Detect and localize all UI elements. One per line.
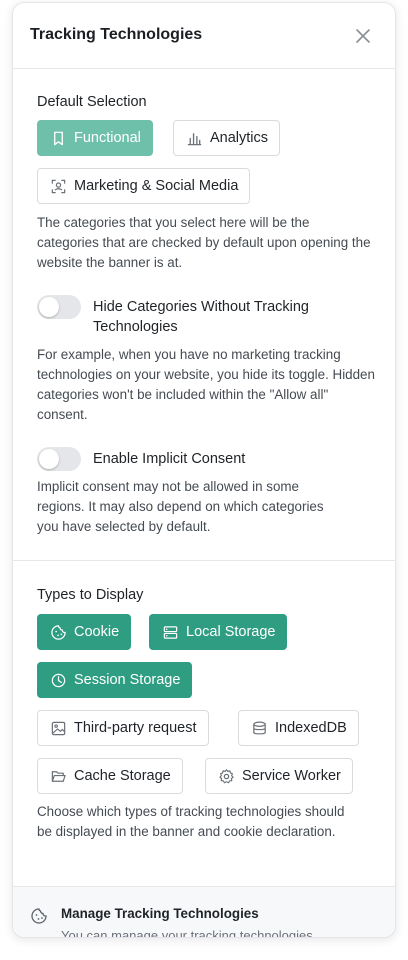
chip-label: Local Storage <box>186 624 276 640</box>
close-icon[interactable] <box>353 26 373 46</box>
implicit-consent-description: Implicit consent may not be allowed in s… <box>37 479 324 534</box>
chip-label: Marketing & Social Media <box>74 178 239 194</box>
hide-categories-label: Hide Categories Without Tracking Technol… <box>93 299 309 335</box>
scan-user-icon <box>51 179 66 193</box>
implicit-consent-label: Enable Implicit Consent <box>93 451 246 467</box>
default-selection-description: The categories that you select here will… <box>37 215 371 270</box>
chip-third-party-request[interactable]: Third-party request <box>37 710 209 746</box>
section-divider <box>13 560 395 561</box>
chip-label: Analytics <box>210 130 269 146</box>
chip-label: Functional <box>74 130 141 146</box>
chip-marketing-social-media[interactable]: Marketing & Social Media <box>37 168 251 204</box>
chip-label: Third-party request <box>74 720 197 736</box>
bookmark-icon <box>54 131 63 145</box>
chip-label: Cache Storage <box>74 768 171 784</box>
chip-label: IndexedDB <box>275 720 347 736</box>
hide-categories-toggle[interactable] <box>37 295 81 319</box>
tracking-technologies-panel: Tracking Technologies Default Selection … <box>12 2 396 938</box>
chip-cookie[interactable]: Cookie <box>37 614 132 650</box>
cookie-icon <box>51 624 66 640</box>
chip-session-storage[interactable]: Session Storage <box>37 662 193 698</box>
chip-analytics[interactable]: Analytics <box>173 120 281 156</box>
image-icon <box>51 721 66 735</box>
chip-service-worker[interactable]: Service Worker <box>205 758 353 794</box>
chip-label: Cookie <box>74 624 120 640</box>
manage-tracking-footer[interactable]: Manage Tracking Technologies You can man… <box>13 886 395 938</box>
chip-indexeddb[interactable]: IndexedDB <box>238 710 359 746</box>
database-icon <box>253 721 266 734</box>
types-to-display-label: Types to Display <box>37 587 144 603</box>
server-icon <box>163 625 178 639</box>
footer-title: Manage Tracking Technologies <box>61 906 259 921</box>
default-selection-label: Default Selection <box>37 94 147 110</box>
footer-description: You can manage your tracking technologie… <box>61 928 313 938</box>
chip-label: Session Storage <box>74 672 181 688</box>
panel-header: Tracking Technologies <box>13 3 395 69</box>
chip-label: Service Worker <box>242 768 341 784</box>
chip-functional[interactable]: Functional <box>37 120 153 156</box>
hide-categories-description: For example, when you have no marketing … <box>37 347 375 422</box>
gear-icon <box>219 768 234 783</box>
toggle-knob <box>39 297 59 317</box>
chip-cache-storage[interactable]: Cache Storage <box>37 758 183 794</box>
bar-chart-icon <box>187 132 202 145</box>
toggle-knob <box>39 449 59 469</box>
cookie-icon <box>31 908 47 924</box>
folder-open-icon <box>51 770 66 782</box>
pie-clock-icon <box>51 673 66 687</box>
implicit-consent-toggle[interactable] <box>37 447 81 471</box>
types-to-display-description: Choose which types of tracking technolog… <box>37 804 345 839</box>
panel-title: Tracking Technologies <box>30 26 203 43</box>
chip-local-storage[interactable]: Local Storage <box>149 614 288 650</box>
